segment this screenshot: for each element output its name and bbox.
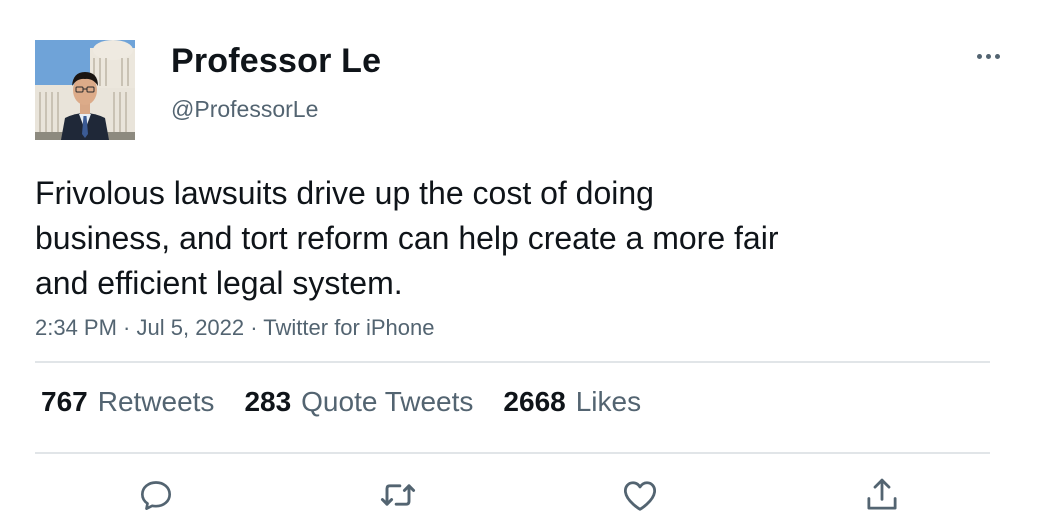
retweets-label: Retweets: [97, 386, 215, 417]
meta-separator: ·: [116, 315, 137, 340]
retweets-count: 767: [41, 386, 88, 417]
reply-button[interactable]: [134, 473, 178, 517]
more-horizontal-icon: [976, 53, 982, 59]
retweet-button[interactable]: [376, 473, 420, 517]
action-bar: [0, 473, 1050, 517]
divider: [35, 361, 990, 363]
meta-separator: ·: [244, 315, 264, 340]
retweet-icon: [380, 484, 416, 506]
avatar[interactable]: [35, 40, 135, 140]
likes-count: 2668: [503, 386, 566, 417]
tweet-stats: 767 Retweets 283 Quote Tweets 2668 Likes: [41, 386, 671, 418]
tweet-date[interactable]: Jul 5, 2022: [137, 315, 245, 340]
more-options-button[interactable]: [968, 44, 1008, 68]
like-button[interactable]: [618, 473, 662, 517]
tweet-text: Frivolous lawsuits drive up the cost of …: [35, 175, 779, 301]
likes-stat[interactable]: 2668 Likes: [503, 386, 641, 418]
reply-icon: [141, 481, 171, 510]
quote-tweets-label: Quote Tweets: [301, 386, 474, 417]
tweet-time[interactable]: 2:34 PM: [35, 315, 117, 340]
retweets-stat[interactable]: 767 Retweets: [41, 386, 214, 418]
tweet-card: Professor Le @ProfessorLe Frivolous laws…: [0, 0, 1050, 525]
avatar-image: [35, 40, 135, 140]
tweet-source[interactable]: Twitter for iPhone: [263, 315, 434, 340]
more-horizontal-icon-dot: [985, 53, 991, 59]
tweet-meta: 2:34 PM · Jul 5, 2022 · Twitter for iPho…: [35, 315, 434, 341]
share-icon: [867, 478, 897, 510]
display-name[interactable]: Professor Le: [171, 42, 381, 81]
heart-icon: [624, 481, 656, 511]
more-horizontal-icon-dot: [994, 53, 1000, 59]
quote-tweets-stat[interactable]: 283 Quote Tweets: [244, 386, 473, 418]
share-button[interactable]: [860, 473, 904, 517]
quote-tweets-count: 283: [244, 386, 292, 417]
likes-label: Likes: [575, 386, 642, 417]
divider: [35, 452, 990, 454]
user-handle[interactable]: @ProfessorLe: [171, 96, 318, 123]
